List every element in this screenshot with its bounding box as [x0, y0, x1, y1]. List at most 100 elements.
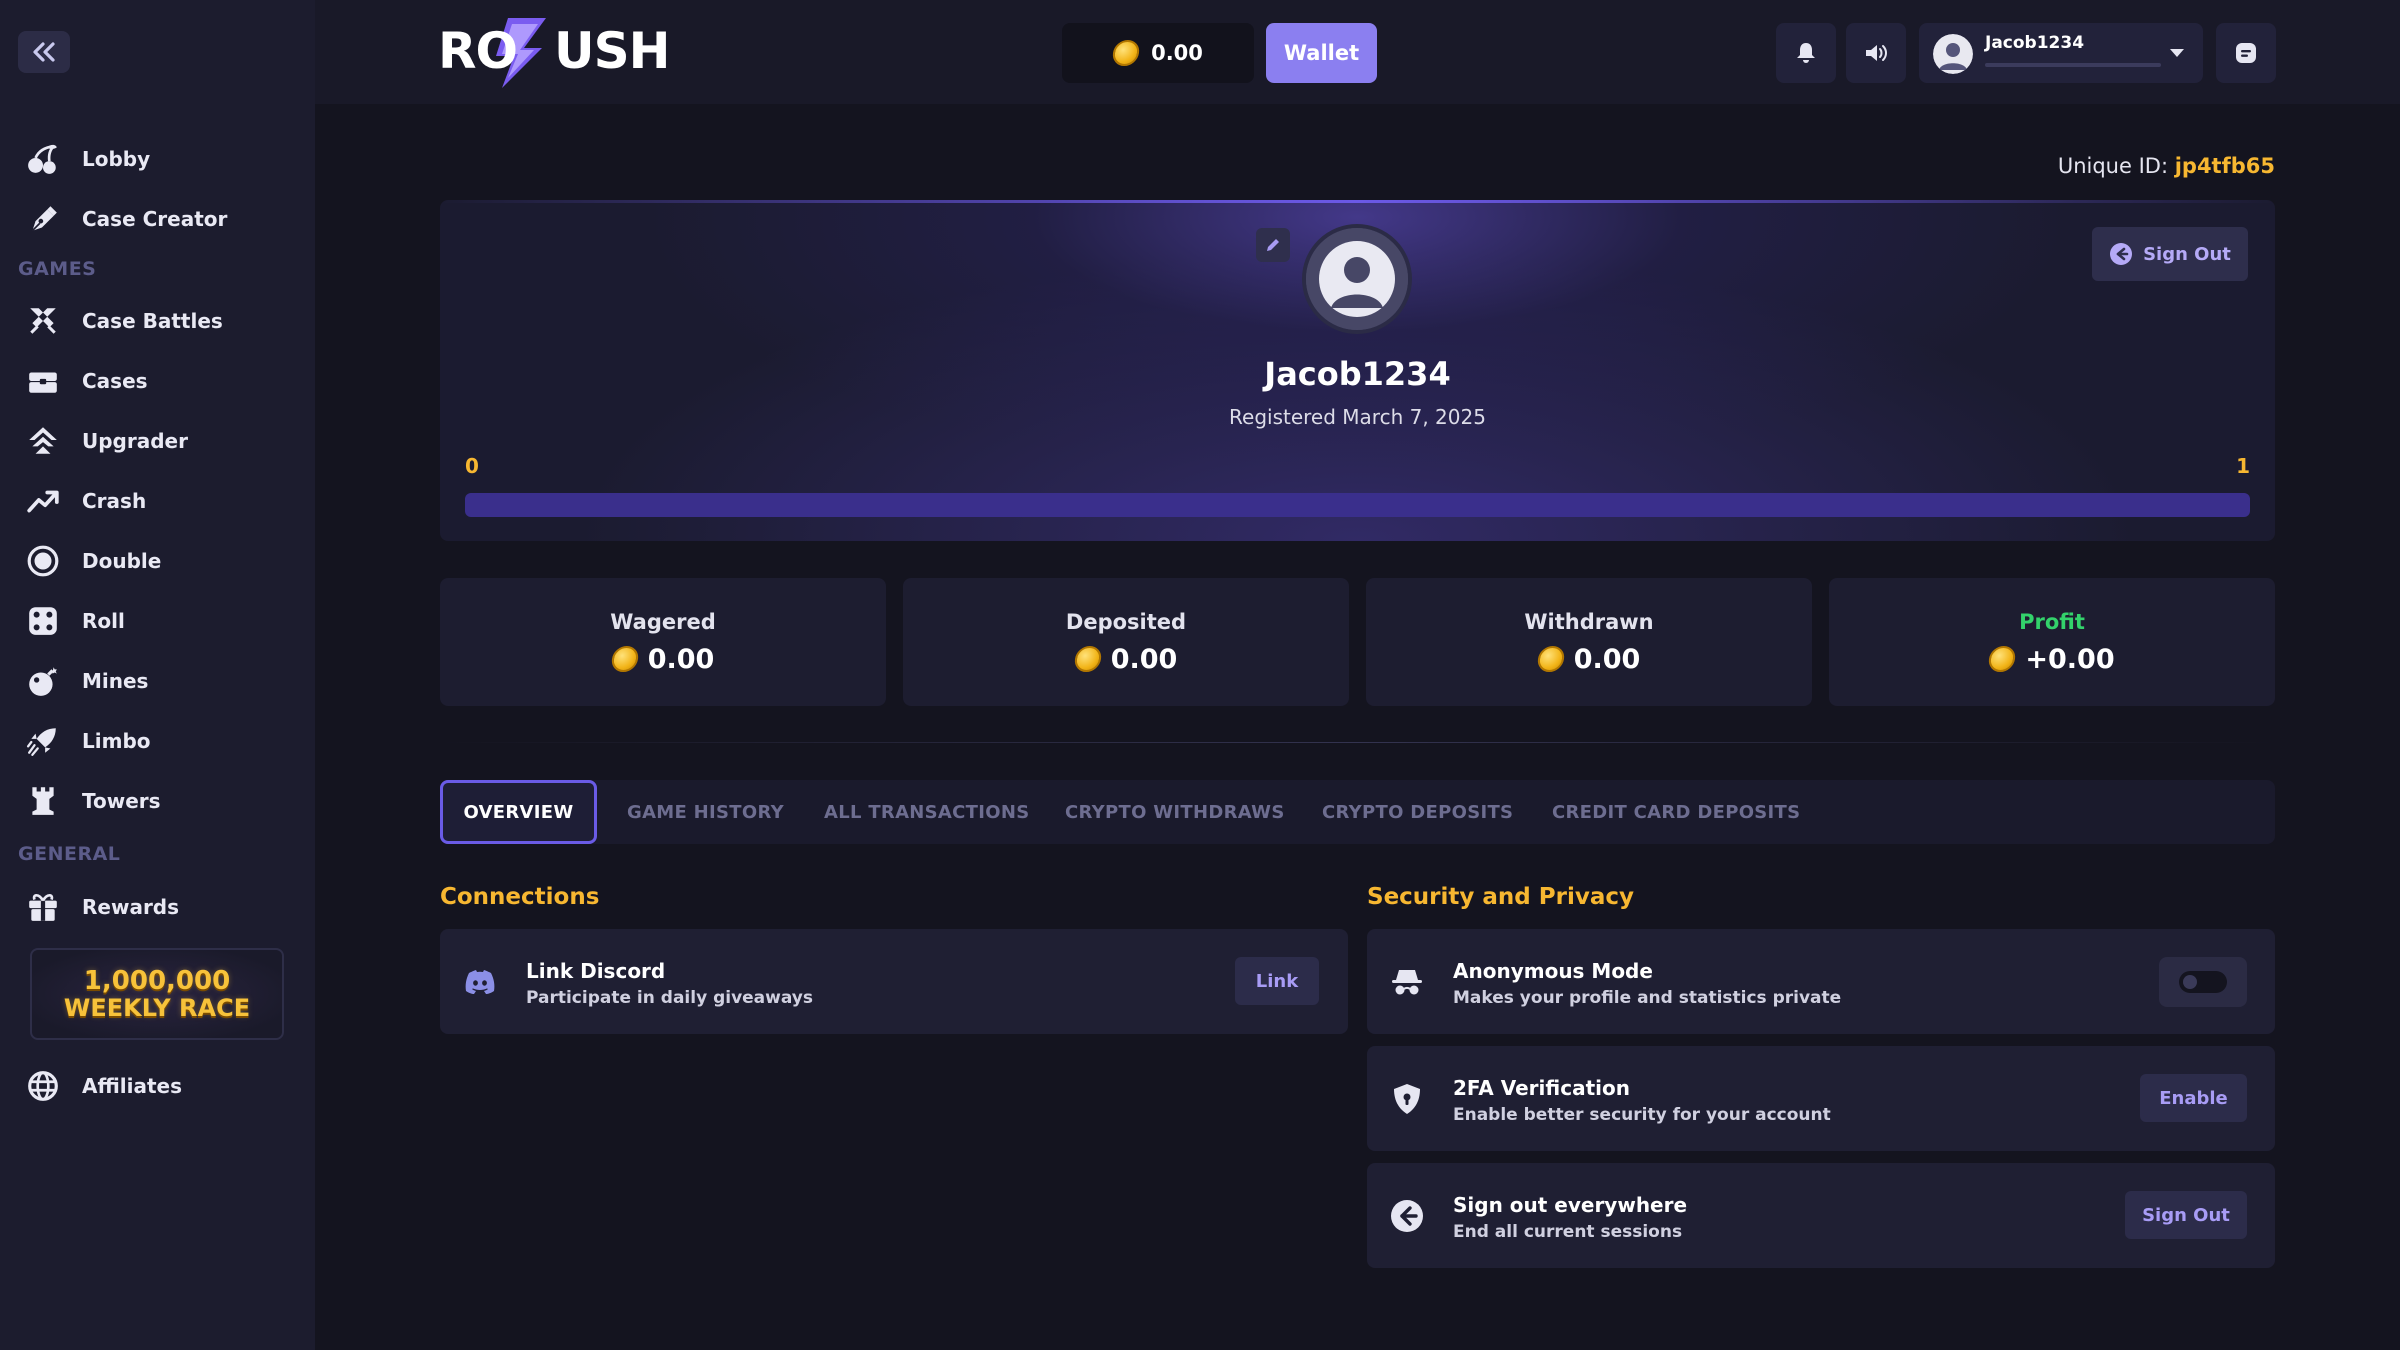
sidebar-item-label: Crash — [82, 489, 147, 513]
section-divider — [440, 742, 2275, 743]
stat-profit: Profit +0.00 — [1829, 578, 2275, 706]
level-progress-bar — [465, 493, 2250, 517]
stat-label: Withdrawn — [1524, 609, 1654, 634]
target-icon — [27, 545, 59, 577]
unique-id-value: jp4tfb65 — [2174, 154, 2275, 178]
sidebar: Lobby Case Creator GAMES Case Battles Ca… — [0, 0, 315, 1350]
sidebar-item-case-battles[interactable]: Case Battles — [26, 296, 223, 346]
coin-icon — [609, 646, 640, 672]
games-section-heading: GAMES — [18, 258, 97, 280]
sidebar-item-label: Double — [82, 549, 162, 573]
stat-label: Profit — [2019, 609, 2085, 634]
globe-icon — [28, 1071, 58, 1101]
tab-crypto-deposits[interactable]: CRYPTO DEPOSITS — [1322, 780, 1513, 844]
weekly-race-banner[interactable]: 1,000,000 WEEKLY RACE — [30, 948, 284, 1040]
stat-value: 0.00 — [1110, 643, 1178, 675]
sidebar-item-label: Lobby — [82, 147, 151, 171]
enable-twofa-button[interactable]: Enable — [2140, 1074, 2247, 1122]
chat-toggle-button[interactable] — [2216, 23, 2276, 83]
race-title: WEEKLY RACE — [63, 994, 251, 1022]
anonymous-mode-row: Anonymous Mode Makes your profile and st… — [1367, 929, 2275, 1034]
tab-game-history[interactable]: GAME HISTORY — [627, 780, 784, 844]
sidebar-item-limbo[interactable]: Limbo — [26, 716, 151, 766]
pen-icon — [31, 206, 57, 232]
link-discord-button[interactable]: Link — [1235, 957, 1319, 1005]
connections-heading: Connections — [440, 884, 600, 910]
sidebar-item-label: Rewards — [82, 895, 180, 919]
dice-icon — [29, 607, 57, 635]
sidebar-item-affiliates[interactable]: Affiliates — [26, 1061, 182, 1111]
anonymous-mode-subtitle: Makes your profile and statistics privat… — [1453, 988, 1842, 1008]
stat-value: +0.00 — [2025, 643, 2115, 675]
coin-icon — [1072, 646, 1103, 672]
discord-connection-row: Link Discord Participate in daily giveaw… — [440, 929, 1348, 1034]
site-logo[interactable]: RO USH — [438, 14, 668, 90]
incognito-icon — [1392, 970, 1422, 995]
anonymous-mode-toggle[interactable] — [2159, 957, 2247, 1007]
stat-label: Wagered — [610, 609, 716, 634]
stat-label: Deposited — [1065, 609, 1187, 634]
chat-icon — [2236, 43, 2256, 63]
chevron-down-icon — [2170, 49, 2184, 57]
sign-out-icon — [2110, 243, 2133, 265]
sign-out-everywhere-subtitle: End all current sessions — [1453, 1222, 1683, 1242]
sidebar-item-rewards[interactable]: Rewards — [26, 882, 179, 932]
tab-all-transactions[interactable]: ALL TRANSACTIONS — [824, 780, 1029, 844]
sidebar-item-label: Towers — [82, 789, 161, 813]
user-menu[interactable]: Jacob1234 — [1919, 23, 2203, 83]
sidebar-item-upgrader[interactable]: Upgrader — [26, 416, 188, 466]
sidebar-item-towers[interactable]: Towers — [26, 776, 161, 826]
user-silhouette-icon — [1933, 34, 1973, 74]
speaker-icon — [1866, 45, 1887, 61]
shield-lock-icon — [1394, 1084, 1420, 1114]
tower-icon — [32, 787, 54, 815]
sign-out-button[interactable]: Sign Out — [2092, 227, 2248, 281]
sign-out-everywhere-button[interactable]: Sign Out — [2125, 1191, 2247, 1239]
sidebar-item-label: Limbo — [82, 729, 151, 753]
wallet-button[interactable]: Wallet — [1266, 23, 1377, 83]
sidebar-item-label: Upgrader — [82, 429, 188, 453]
sidebar-item-cases[interactable]: Cases — [26, 356, 148, 406]
tab-crypto-withdraws[interactable]: CRYPTO WITHDRAWS — [1065, 780, 1285, 844]
tab-credit-card-deposits[interactable]: CREDIT CARD DEPOSITS — [1552, 780, 1800, 844]
level-start: 0 — [465, 454, 479, 478]
sidebar-item-lobby[interactable]: Lobby — [26, 134, 150, 184]
upgrade-icon — [29, 427, 57, 454]
svg-text:USH: USH — [554, 22, 668, 80]
user-silhouette-icon — [1306, 228, 1408, 330]
sidebar-item-crash[interactable]: Crash — [26, 476, 146, 526]
stat-deposited: Deposited 0.00 — [903, 578, 1349, 706]
stat-wagered: Wagered 0.00 — [440, 578, 886, 706]
collapse-sidebar-button[interactable] — [18, 31, 70, 73]
sign-out-icon — [1391, 1200, 1423, 1232]
xp-bar — [1985, 63, 2161, 67]
sidebar-item-label: Case Battles — [82, 309, 223, 333]
bomb-icon — [29, 667, 57, 696]
anonymous-mode-title: Anonymous Mode — [1453, 959, 1653, 983]
profile-avatar — [1302, 224, 1412, 334]
sign-out-everywhere-title: Sign out everywhere — [1453, 1193, 1688, 1217]
sidebar-item-roll[interactable]: Roll — [26, 596, 125, 646]
card-accent-line — [440, 200, 2275, 203]
sidebar-item-case-creator[interactable]: Case Creator — [26, 194, 227, 244]
bell-icon — [1797, 43, 1815, 63]
sidebar-item-double[interactable]: Double — [26, 536, 161, 586]
user-avatar — [1933, 34, 1973, 74]
edit-avatar-button[interactable] — [1256, 228, 1290, 262]
pencil-icon — [1267, 239, 1279, 251]
twofa-subtitle: Enable better security for your account — [1453, 1105, 1831, 1125]
rocket-icon — [26, 728, 56, 756]
sidebar-item-mines[interactable]: Mines — [26, 656, 148, 706]
balance-display: 0.00 — [1062, 23, 1254, 83]
stat-value: 0.00 — [1573, 643, 1641, 675]
unique-id: Unique ID: jp4tfb65 — [2058, 154, 2275, 178]
trend-up-icon — [27, 490, 59, 513]
security-heading: Security and Privacy — [1367, 884, 1634, 910]
sidebar-item-label: Cases — [82, 369, 148, 393]
profile-card: Jacob1234 Registered March 7, 2025 0 1 S… — [440, 200, 2275, 541]
discord-subtitle: Participate in daily giveaways — [526, 988, 814, 1008]
sound-toggle-button[interactable] — [1846, 23, 1906, 83]
swords-icon — [30, 308, 56, 334]
tab-overview[interactable]: OVERVIEW — [440, 780, 597, 844]
notifications-button[interactable] — [1776, 23, 1836, 83]
